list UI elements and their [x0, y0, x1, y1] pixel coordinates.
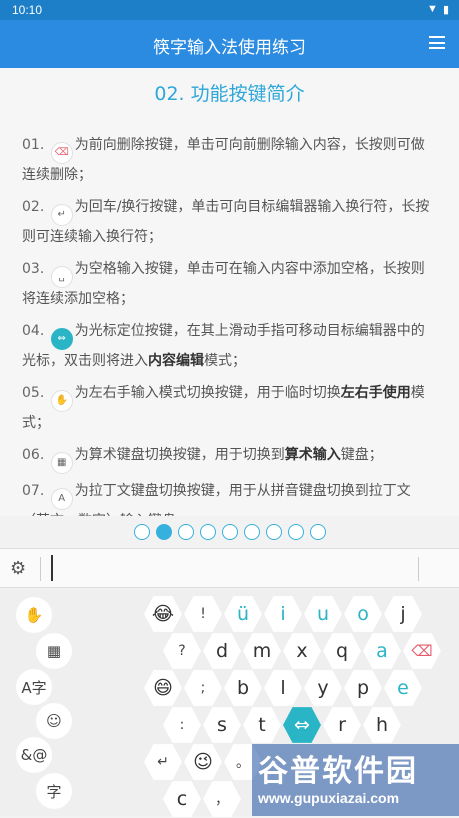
item-number: 03. — [22, 261, 45, 277]
guide-item: 07. A为拉丁文键盘切换按键，用于从拼音键盘切换到拉丁文（英文、数字）输入键盘… — [22, 480, 432, 516]
emoji-icon[interactable]: ☺ — [36, 703, 72, 739]
hand-switch-icon: ✋ — [50, 390, 73, 412]
key-backspace[interactable]: ⌫ — [403, 633, 441, 669]
item-text: 为左右手输入模式切换按键，用于临时切换 — [74, 385, 341, 401]
key-u-umlaut[interactable]: ü — [224, 596, 262, 632]
item-number: 07. — [22, 483, 45, 499]
page-dot[interactable] — [265, 524, 282, 540]
item-text: 键盘； — [340, 447, 383, 463]
key-p[interactable]: p — [344, 670, 382, 706]
key-comma[interactable]: ， — [203, 781, 241, 817]
key-emoji-grin[interactable]: 😄 — [144, 670, 182, 706]
key-enter[interactable]: ↵ — [144, 744, 182, 780]
item-bold-text: 左右手使用 — [340, 385, 411, 401]
space-icon: ␣ — [50, 266, 73, 288]
divider — [418, 557, 419, 581]
watermark-title: 谷普软件园 — [258, 754, 418, 789]
item-number: 01. — [22, 137, 45, 153]
divider — [40, 557, 41, 581]
item-number: 02. — [22, 199, 45, 215]
wifi-icon: ▼ — [427, 3, 438, 15]
item-text: 为空格输入按键，单击可在输入内容中添加空格，长按则将连续添加空格； — [22, 261, 425, 307]
gear-icon[interactable]: ⚙ — [10, 558, 30, 579]
key-i[interactable]: i — [264, 596, 302, 632]
battery-icon: ▮ — [442, 4, 449, 16]
key-x[interactable]: x — [283, 633, 321, 669]
page-dot[interactable] — [243, 524, 260, 540]
key-e[interactable]: e — [384, 670, 422, 706]
key-semicolon[interactable]: ; — [184, 670, 222, 706]
math-keyboard-icon: ▦ — [50, 452, 73, 474]
item-text: 为前向删除按键，单击可向前删除输入内容，长按则可做连续删除； — [22, 137, 425, 183]
page-dot[interactable] — [177, 524, 194, 540]
key-emoji-laugh[interactable]: 😂 — [144, 596, 182, 632]
key-exclaim[interactable]: ! — [184, 596, 222, 632]
key-t[interactable]: t — [243, 707, 281, 743]
item-bold-text: 算术输入 — [284, 447, 341, 463]
guide-item: 05. ✋ 为左右手输入模式切换按键，用于临时切换左右手使用模式； — [22, 382, 432, 434]
key-l[interactable]: l — [264, 670, 302, 706]
item-text: 为算术键盘切换按键，用于切换到 — [74, 447, 285, 463]
key-m[interactable]: m — [243, 633, 281, 669]
cursor-locate-icon: ⇔ — [50, 328, 73, 350]
key-colon[interactable]: : — [163, 707, 201, 743]
latin-keyboard-icon[interactable]: A字 — [16, 669, 52, 705]
key-d[interactable]: d — [203, 633, 241, 669]
key-a[interactable]: a — [363, 633, 401, 669]
math-keyboard-icon[interactable]: ▦ — [36, 633, 72, 669]
guide-item: 01. ⌫ 为前向删除按键，单击可向前删除输入内容，长按则可做连续删除； — [22, 134, 432, 186]
key-q[interactable]: q — [323, 633, 361, 669]
pinyin-switch-icon[interactable]: 字 — [36, 773, 72, 809]
key-r[interactable]: r — [323, 707, 361, 743]
page-dot[interactable] — [309, 524, 326, 540]
guide-item: 02. ↵ 为回车/换行按键，单击可向目标编辑器输入换行符，长按则可连续输入换行符… — [22, 196, 432, 248]
item-text: 为回车/换行按键，单击可向目标编辑器输入换行符，长按则可连续输入换行符； — [22, 199, 430, 245]
item-text: 模式； — [204, 353, 246, 369]
key-s[interactable]: s — [203, 707, 241, 743]
key-emoji-wink[interactable]: 😉 — [184, 744, 222, 780]
symbol-keyboard-icon[interactable]: &@ — [16, 737, 52, 773]
text-caret — [51, 555, 53, 581]
text-editor[interactable]: ⚙ — [0, 548, 459, 588]
item-number: 04. — [22, 323, 45, 339]
page-indicator — [0, 524, 459, 544]
guide-item: 06. ▦ 为算术键盘切换按键，用于切换到算术输入键盘； — [22, 444, 432, 474]
enter-icon: ↵ — [50, 204, 73, 226]
latin-keyboard-icon: A — [50, 488, 73, 510]
key-y[interactable]: y — [304, 670, 342, 706]
watermark: 谷普软件园 www.gupuxiazai.com — [252, 744, 459, 816]
key-o[interactable]: o — [344, 596, 382, 632]
page-dot[interactable] — [221, 524, 238, 540]
page-dot[interactable] — [199, 524, 216, 540]
app-bar: 筷字输入法使用练习 — [0, 20, 459, 68]
key-cursor-locate[interactable]: ⇔ — [283, 707, 321, 743]
guide-item: 03. ␣ 为空格输入按键，单击可在输入内容中添加空格，长按则将连续添加空格； — [22, 258, 432, 310]
key-u[interactable]: u — [304, 596, 342, 632]
menu-icon[interactable] — [429, 36, 445, 49]
backspace-icon: ⌫ — [50, 142, 73, 164]
key-b[interactable]: b — [224, 670, 262, 706]
key-h[interactable]: h — [363, 707, 401, 743]
item-text: 为拉丁文键盘切换按键，用于从拼音键盘切换到拉丁文（英文、数字）输入键盘； — [22, 483, 411, 516]
page-dot[interactable] — [287, 524, 304, 540]
app-title: 筷字输入法使用练习 — [153, 38, 306, 58]
hand-mode-icon[interactable]: ✋ — [16, 597, 52, 633]
status-icons: ▼ ▮ — [427, 3, 449, 16]
item-bold-text: 内容编辑 — [148, 353, 204, 369]
section-title: 02. 功能按键简介 — [154, 83, 305, 105]
key-c[interactable]: c — [163, 781, 201, 817]
key-question[interactable]: ? — [163, 633, 201, 669]
page-dot[interactable] — [133, 524, 150, 540]
status-time: 10:10 — [12, 3, 43, 17]
key-j[interactable]: j — [384, 596, 422, 632]
guide-content[interactable]: 02. 功能按键简介 01. ⌫ 为前向删除按键，单击可向前删除输入内容，长按则可… — [0, 68, 459, 516]
item-number: 05. — [22, 385, 45, 401]
guide-item: 04. ⇔ 为光标定位按键，在其上滑动手指可移动目标编辑器中的光标，双击则将进入内… — [22, 320, 432, 372]
status-bar: 10:10 ▼ ▮ — [0, 0, 459, 20]
page-dot[interactable] — [155, 524, 172, 540]
watermark-url: www.gupuxiazai.com — [258, 790, 400, 806]
item-number: 06. — [22, 447, 45, 463]
